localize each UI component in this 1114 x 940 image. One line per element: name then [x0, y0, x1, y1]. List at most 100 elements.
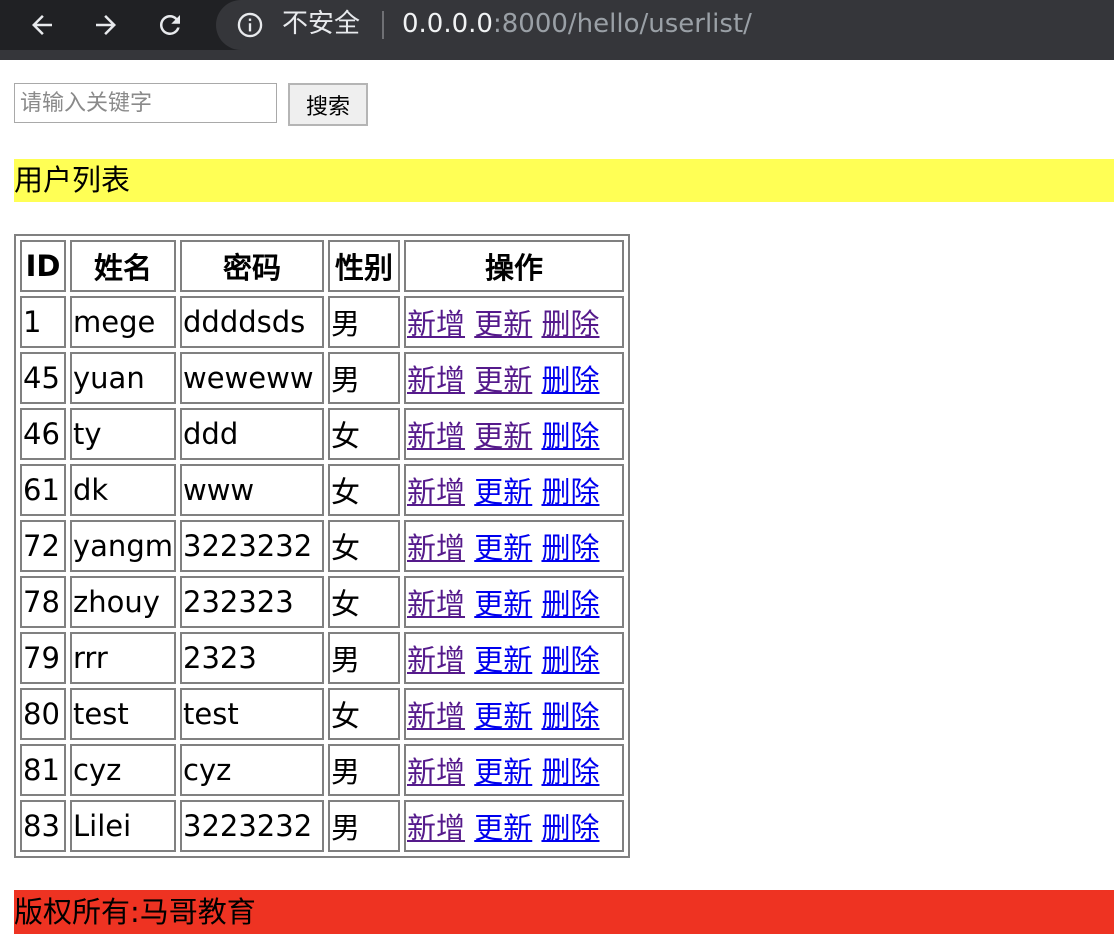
delete-link[interactable]: 删除 [541, 419, 599, 453]
cell-id: 1 [20, 296, 66, 348]
cell-id: 78 [20, 576, 66, 628]
delete-link[interactable]: 删除 [541, 363, 599, 397]
table-body: 1 mege ddddsds 男新增 更新 删除 45 yuan weweww 男新增 更新 … [20, 296, 624, 852]
cell-sex: 男 [328, 352, 400, 404]
add-link[interactable]: 新增 [407, 419, 465, 453]
cell-actions: 新增 更新 删除 [404, 352, 624, 404]
delete-link[interactable]: 删除 [541, 811, 599, 845]
update-link[interactable]: 更新 [474, 307, 532, 341]
cell-sex: 女 [328, 520, 400, 572]
copyright-footer: 版权所有:马哥教育 [14, 890, 1114, 934]
add-link[interactable]: 新增 [407, 475, 465, 509]
update-link[interactable]: 更新 [474, 699, 532, 733]
cell-id: 80 [20, 688, 66, 740]
update-link[interactable]: 更新 [474, 475, 532, 509]
add-link[interactable]: 新增 [407, 699, 465, 733]
address-bar[interactable]: 不安全 0.0.0.0:8000/hello/userlist/ [216, 0, 1114, 50]
table-row: 80 test test 女新增 更新 删除 [20, 688, 624, 740]
forward-arrow-icon [96, 15, 116, 35]
cell-actions: 新增 更新 删除 [404, 744, 624, 796]
table-row: 81 cyz cyz 男新增 更新 删除 [20, 744, 624, 796]
url-text[interactable]: 0.0.0.0:8000/hello/userlist/ [402, 8, 752, 40]
delete-link[interactable]: 删除 [541, 643, 599, 677]
cell-name: Lilei [70, 800, 176, 852]
cell-password: 3223232 [180, 800, 324, 852]
cell-id: 81 [20, 744, 66, 796]
add-link[interactable]: 新增 [407, 531, 465, 565]
cell-name: ty [70, 408, 176, 460]
cell-name: mege [70, 296, 176, 348]
cell-name: test [70, 688, 176, 740]
table-row: 79 rrr 2323 男新增 更新 删除 [20, 632, 624, 684]
cell-password: ddd [180, 408, 324, 460]
header-id: ID [20, 240, 66, 292]
url-host: 0.0.0.0 [402, 9, 493, 39]
cell-password: 2323 [180, 632, 324, 684]
security-status-label: 不安全 [282, 9, 361, 39]
add-link[interactable]: 新增 [407, 307, 465, 341]
cell-sex: 男 [328, 744, 400, 796]
forward-button[interactable] [86, 8, 126, 42]
update-link[interactable]: 更新 [474, 811, 532, 845]
table-row: 72 yangm 3223232 女新增 更新 删除 [20, 520, 624, 572]
update-link[interactable]: 更新 [474, 363, 532, 397]
user-table: ID 姓名 密码 性别 操作 1 mege ddddsds 男新增 更新 删除 45 yu… [14, 234, 630, 858]
update-link[interactable]: 更新 [474, 419, 532, 453]
cell-sex: 女 [328, 464, 400, 516]
search-button[interactable]: 搜索 [288, 83, 368, 126]
add-link[interactable]: 新增 [407, 643, 465, 677]
cell-sex: 女 [328, 576, 400, 628]
table-row: 83 Lilei 3223232 男新增 更新 删除 [20, 800, 624, 852]
cell-actions: 新增 更新 删除 [404, 800, 624, 852]
cell-name: yangm [70, 520, 176, 572]
cell-actions: 新增 更新 删除 [404, 408, 624, 460]
cell-actions: 新增 更新 删除 [404, 576, 624, 628]
reload-button[interactable] [150, 8, 190, 42]
cell-actions: 新增 更新 删除 [404, 296, 624, 348]
table-row: 61 dk www 女新增 更新 删除 [20, 464, 624, 516]
delete-link[interactable]: 删除 [541, 531, 599, 565]
header-name: 姓名 [70, 240, 176, 292]
header-password: 密码 [180, 240, 324, 292]
table-row: 1 mege ddddsds 男新增 更新 删除 [20, 296, 624, 348]
update-link[interactable]: 更新 [474, 755, 532, 789]
cell-name: rrr [70, 632, 176, 684]
browser-toolbar: 不安全 0.0.0.0:8000/hello/userlist/ [0, 0, 1114, 60]
update-link[interactable]: 更新 [474, 587, 532, 621]
add-link[interactable]: 新增 [407, 811, 465, 845]
cell-id: 83 [20, 800, 66, 852]
cell-name: dk [70, 464, 176, 516]
cell-password: cyz [180, 744, 324, 796]
update-link[interactable]: 更新 [474, 531, 532, 565]
page-title: 用户列表 [14, 159, 1114, 202]
cell-sex: 男 [328, 296, 400, 348]
cell-sex: 女 [328, 408, 400, 460]
delete-link[interactable]: 删除 [541, 307, 599, 341]
header-actions: 操作 [404, 240, 624, 292]
cell-password: 232323 [180, 576, 324, 628]
add-link[interactable]: 新增 [407, 587, 465, 621]
add-link[interactable]: 新增 [407, 363, 465, 397]
cell-password: test [180, 688, 324, 740]
cell-id: 79 [20, 632, 66, 684]
update-link[interactable]: 更新 [474, 643, 532, 677]
delete-link[interactable]: 删除 [541, 755, 599, 789]
cell-id: 61 [20, 464, 66, 516]
table-row: 78 zhouy 232323 女新增 更新 删除 [20, 576, 624, 628]
delete-link[interactable]: 删除 [541, 475, 599, 509]
table-row: 46 ty ddd 女新增 更新 删除 [20, 408, 624, 460]
search-input[interactable] [14, 83, 277, 123]
cell-sex: 女 [328, 688, 400, 740]
info-icon[interactable] [236, 11, 264, 39]
cell-actions: 新增 更新 删除 [404, 464, 624, 516]
toolbar-bottom-strip [0, 50, 1114, 60]
delete-link[interactable]: 删除 [541, 587, 599, 621]
back-arrow-icon [32, 15, 52, 35]
header-sex: 性别 [328, 240, 400, 292]
table-row: 45 yuan weweww 男新增 更新 删除 [20, 352, 624, 404]
cell-name: yuan [70, 352, 176, 404]
cell-password: www [180, 464, 324, 516]
back-button[interactable] [22, 8, 62, 42]
add-link[interactable]: 新增 [407, 755, 465, 789]
delete-link[interactable]: 删除 [541, 699, 599, 733]
